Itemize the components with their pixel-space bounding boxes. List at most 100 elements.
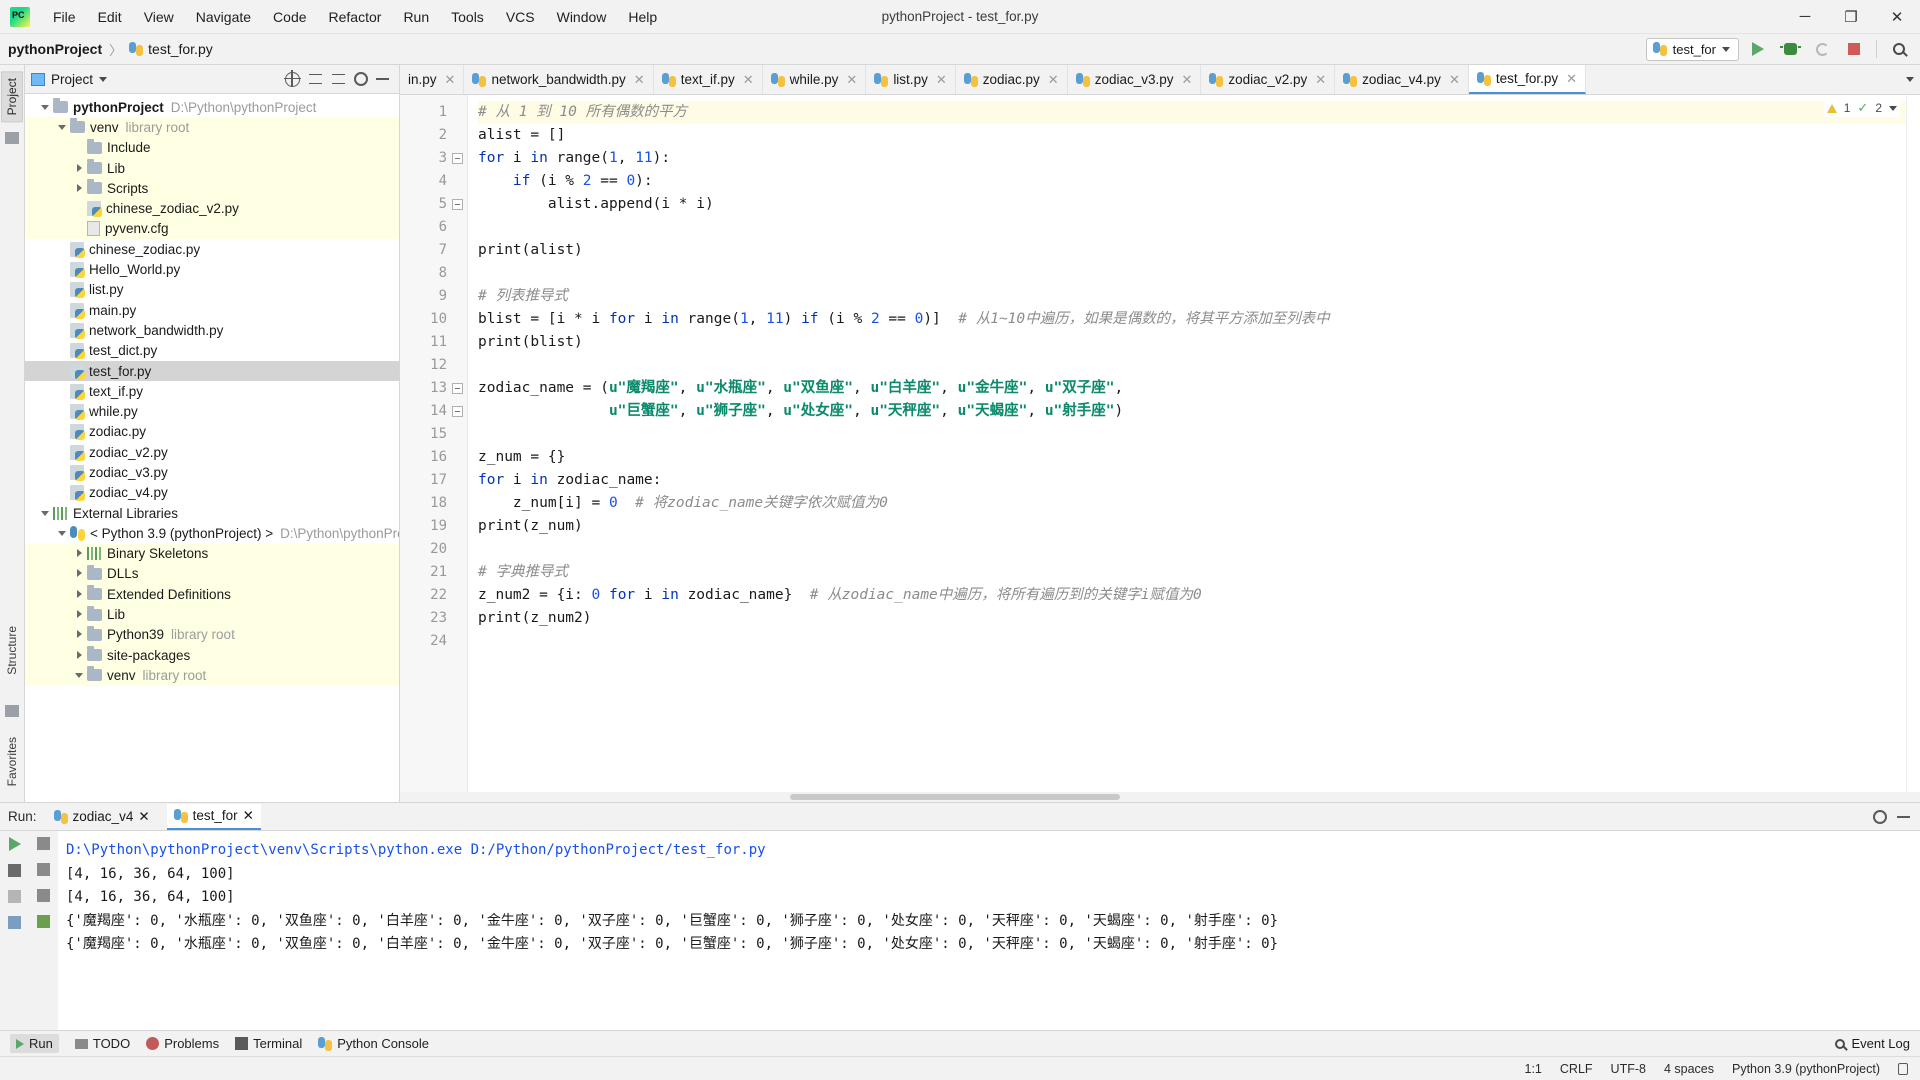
run-settings-gear-icon[interactable] — [1873, 809, 1887, 824]
code-line[interactable]: blist = [i * i for i in range(1, 11) if … — [478, 308, 1906, 331]
breadcrumb-file[interactable]: test_for.py — [148, 41, 213, 57]
tree-node-network-bandwidth-py[interactable]: network_bandwidth.py — [25, 320, 399, 340]
code-line[interactable]: u"巨蟹座", u"狮子座", u"处女座", u"天秤座", u"天蝎座", … — [478, 400, 1906, 423]
run-configuration-selector[interactable]: test_for — [1645, 37, 1739, 61]
inspection-chevron-down-icon[interactable] — [1889, 105, 1897, 111]
inspection-status[interactable]: 1 ✓ 2 — [1823, 99, 1900, 117]
code-line[interactable] — [478, 262, 1906, 285]
select-opened-file-icon[interactable] — [283, 70, 301, 87]
structure-strip-icon[interactable] — [5, 132, 19, 145]
close-icon[interactable]: ✕ — [1449, 72, 1460, 88]
tree-node-main-py[interactable]: main.py — [25, 300, 399, 320]
favorites-strip-icon[interactable] — [5, 704, 19, 717]
menu-item-refactor[interactable]: Refactor — [318, 5, 393, 29]
chevron-down-icon[interactable] — [39, 101, 52, 114]
chevron-right-icon[interactable] — [73, 567, 86, 580]
tool-button-todo[interactable]: TODO — [74, 1036, 130, 1051]
stop-button[interactable] — [1841, 37, 1867, 61]
chevron-down-icon[interactable] — [39, 507, 52, 520]
fold-marker-for[interactable] — [452, 153, 463, 164]
chevron-right-icon[interactable] — [73, 547, 86, 560]
tree-node-chinese-zodiac-v2-py[interactable]: chinese_zodiac_v2.py — [25, 198, 399, 219]
editor-tab-zodiac-v3-py[interactable]: zodiac_v3.py ✕ — [1068, 65, 1202, 94]
maximize-button[interactable]: ❐ — [1828, 0, 1874, 33]
chevron-right-icon[interactable] — [73, 649, 86, 662]
code-line[interactable] — [478, 354, 1906, 377]
stop-process-icon[interactable] — [8, 890, 21, 903]
code-line[interactable]: for i in zodiac_name: — [478, 469, 1906, 492]
chevron-down-icon[interactable] — [1906, 77, 1914, 82]
fold-end-marker[interactable] — [452, 199, 463, 210]
editor-tab-in-py[interactable]: in.py ✕ — [400, 65, 465, 94]
tree-node-list-py[interactable]: list.py — [25, 280, 399, 300]
close-icon[interactable]: ✕ — [846, 72, 857, 88]
collapse-all-icon[interactable] — [331, 72, 346, 87]
tool-button-run[interactable]: Run — [10, 1034, 59, 1053]
editor-tab-test-for-py[interactable]: test_for.py ✕ — [1468, 65, 1587, 94]
project-panel-title[interactable]: Project — [51, 72, 93, 87]
editor-tab-zodiac-v2-py[interactable]: zodiac_v2.py ✕ — [1201, 65, 1336, 94]
tree-node-pyvenv-cfg[interactable]: pyvenv.cfg — [25, 218, 399, 240]
expand-all-icon[interactable] — [308, 72, 323, 87]
code-line[interactable]: # 从 1 到 10 所有偶数的平方 — [478, 101, 1906, 124]
tree-node-zodiac-v3-py[interactable]: zodiac_v3.py — [25, 462, 399, 482]
tree-node-dlls[interactable]: DLLs — [25, 563, 399, 585]
debug-button[interactable] — [1777, 37, 1803, 61]
code-line[interactable]: zodiac_name = (u"魔羯座", u"水瓶座", u"双鱼座", u… — [478, 377, 1906, 400]
close-icon[interactable]: ✕ — [743, 72, 754, 88]
breadcrumb-project[interactable]: pythonProject — [8, 41, 102, 57]
menu-item-vcs[interactable]: VCS — [495, 5, 546, 29]
code-line[interactable]: alist = [] — [478, 124, 1906, 147]
down-arrow-icon[interactable] — [37, 863, 50, 876]
code-line[interactable]: print(z_num2) — [478, 607, 1906, 630]
run-tab-zodiac-v4[interactable]: zodiac_v4 ✕ — [47, 805, 157, 829]
menu-item-help[interactable]: Help — [617, 5, 668, 29]
menu-item-view[interactable]: View — [133, 5, 185, 29]
menu-item-edit[interactable]: Edit — [87, 5, 133, 29]
tree-node-external-libraries[interactable]: External Libraries — [25, 503, 399, 523]
tree-node-hello-world-py[interactable]: Hello_World.py — [25, 259, 399, 279]
code-line[interactable]: print(z_num) — [478, 515, 1906, 538]
event-log-label[interactable]: Event Log — [1851, 1036, 1910, 1051]
close-icon[interactable]: ✕ — [445, 72, 456, 88]
tree-node-venv[interactable]: venv library root — [25, 665, 399, 686]
indent-setting[interactable]: 4 spaces — [1664, 1062, 1714, 1076]
close-icon[interactable]: ✕ — [936, 72, 947, 88]
tree-node-test-dict-py[interactable]: test_dict.py — [25, 341, 399, 361]
code-line[interactable]: print(alist) — [478, 239, 1906, 262]
run-button[interactable] — [1745, 37, 1771, 61]
print-icon[interactable] — [8, 916, 21, 929]
code-line[interactable] — [478, 538, 1906, 561]
menu-item-tools[interactable]: Tools — [440, 5, 495, 29]
chevron-down-icon[interactable] — [73, 669, 86, 682]
chevron-right-icon[interactable] — [73, 588, 86, 601]
tree-node-pythonproject[interactable]: pythonProject D:\Python\pythonProject — [25, 97, 399, 117]
scroll-to-end-icon[interactable] — [37, 915, 50, 928]
chevron-right-icon[interactable] — [73, 182, 86, 195]
tree-node-zodiac-v2-py[interactable]: zodiac_v2.py — [25, 442, 399, 462]
project-view-chevron-down-icon[interactable] — [99, 76, 108, 82]
tool-button-terminal[interactable]: Terminal — [235, 1036, 302, 1051]
chevron-right-icon[interactable] — [73, 608, 86, 621]
line-separator[interactable]: CRLF — [1560, 1062, 1593, 1076]
close-icon[interactable]: ✕ — [1566, 71, 1577, 87]
tree-node-venv[interactable]: venv library root — [25, 117, 399, 138]
hide-panel-icon[interactable] — [376, 78, 389, 80]
editor-tab-overflow[interactable] — [1900, 65, 1920, 94]
editor-tab-network-bandwidth-py[interactable]: network_bandwidth.py ✕ — [464, 65, 654, 94]
tree-node-text-if-py[interactable]: text_if.py — [25, 381, 399, 401]
menu-item-run[interactable]: Run — [392, 5, 440, 29]
editor-tab-zodiac-py[interactable]: zodiac.py ✕ — [956, 65, 1068, 94]
code-line[interactable] — [478, 216, 1906, 239]
tool-window-structure[interactable]: Structure — [2, 620, 22, 681]
editor-gutter[interactable]: 1 2 3 4 5 6 7 8 9 10 11 12 13 14 15 16 17 18 19 20 21 22 23 24 — [400, 95, 468, 792]
chevron-right-icon[interactable] — [73, 628, 86, 641]
run-tab-test-for[interactable]: test_for ✕ — [166, 803, 261, 830]
chevron-down-icon[interactable] — [56, 527, 69, 540]
tool-window-favorites[interactable]: Favorites — [2, 731, 22, 792]
close-icon[interactable]: ✕ — [1182, 72, 1193, 88]
code-line[interactable]: print(blist) — [478, 331, 1906, 354]
gear-icon[interactable] — [354, 72, 368, 86]
code-line[interactable] — [478, 423, 1906, 446]
tree-node-chinese-zodiac-py[interactable]: chinese_zodiac.py — [25, 239, 399, 259]
